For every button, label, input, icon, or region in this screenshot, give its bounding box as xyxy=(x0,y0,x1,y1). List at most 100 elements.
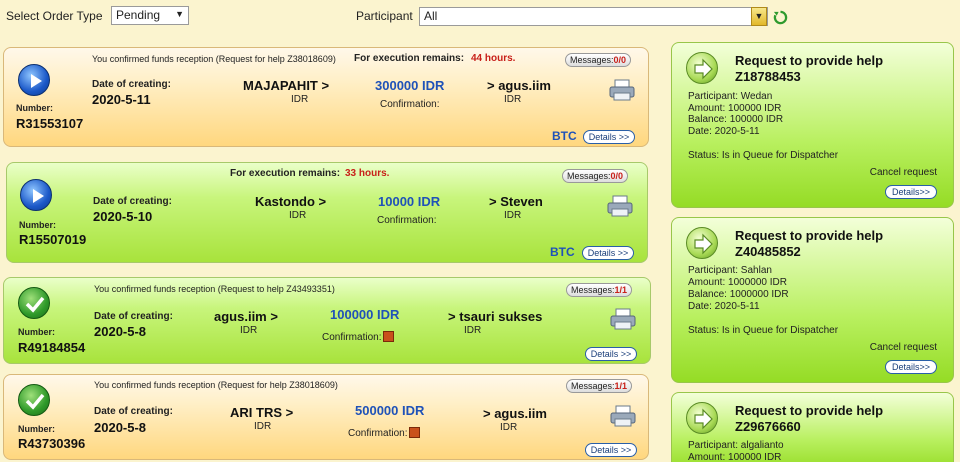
request-card: Request to provide help Z29676660 Partic… xyxy=(671,392,954,462)
order-number: R43730396 xyxy=(18,436,86,451)
details-button[interactable]: Details >> xyxy=(582,246,634,260)
amount: 500000 IDR xyxy=(355,403,425,418)
remains-label: For execution remains: xyxy=(354,53,465,64)
date-label: Date of creating: xyxy=(93,196,172,207)
number-label: Number: xyxy=(18,424,56,434)
order-card: You confirmed funds reception (Request t… xyxy=(3,277,651,364)
participant-select[interactable]: All ▼ xyxy=(419,7,768,26)
messages-badge[interactable]: Messages:1/1 xyxy=(566,379,633,393)
order-note: You confirmed funds reception (Request f… xyxy=(94,380,338,390)
arrow-right-icon xyxy=(686,227,718,259)
date-value: 2020-5-11 xyxy=(92,92,151,107)
order-number: R49184854 xyxy=(18,340,86,355)
currency-btc: BTC xyxy=(552,129,577,143)
dropdown-arrow-icon[interactable]: ▼ xyxy=(751,7,767,26)
amount: 10000 IDR xyxy=(378,194,441,209)
order-type-select[interactable]: Pending ▼ xyxy=(111,6,189,25)
remains-value: 33 hours. xyxy=(345,168,390,179)
from-participant: MAJAPAHIT > xyxy=(243,78,330,93)
request-id: Z40485852 xyxy=(735,244,801,259)
to-participant: > agus.iim xyxy=(483,406,547,421)
order-number: R31553107 xyxy=(16,116,84,131)
order-type-value: Pending xyxy=(116,8,161,22)
confirmation-label: Confirmation: xyxy=(380,99,440,110)
date-label: Date of creating: xyxy=(94,406,173,417)
request-card: Request to provide help Z40485852 Partic… xyxy=(671,217,954,383)
order-note: You confirmed funds reception (Request f… xyxy=(92,54,336,64)
request-participant: Participant: Sahlan xyxy=(688,265,772,276)
request-status: Status: Is in Queue for Dispatcher xyxy=(688,325,839,336)
cancel-request-link[interactable]: Cancel request xyxy=(870,167,937,178)
play-icon[interactable] xyxy=(20,179,52,211)
amount: 100000 IDR xyxy=(330,307,400,322)
from-currency: IDR xyxy=(254,421,272,432)
participant-value: All xyxy=(424,9,438,23)
number-label: Number: xyxy=(16,103,54,113)
play-icon[interactable] xyxy=(18,64,50,96)
request-balance: Balance: 1000000 IDR xyxy=(688,289,789,300)
confirmation-file-icon[interactable] xyxy=(383,331,395,342)
to-participant: > agus.iim xyxy=(487,78,551,93)
details-button[interactable]: Details >> xyxy=(585,347,637,361)
order-card: For execution remains: 33 hours. Message… xyxy=(6,162,648,263)
order-note: You confirmed funds reception (Request t… xyxy=(94,284,335,294)
request-date: Date: 2020-5-11 xyxy=(688,301,760,312)
confirmation-label: Confirmation: xyxy=(377,215,437,226)
details-button[interactable]: Details>> xyxy=(885,360,937,374)
toolbar: Select Order Type Pending ▼ Participant … xyxy=(0,0,960,34)
details-button[interactable]: Details >> xyxy=(585,443,637,457)
details-button[interactable]: Details >> xyxy=(583,130,635,144)
arrow-right-icon xyxy=(686,52,718,84)
from-participant: ARI TRS > xyxy=(230,405,294,420)
request-amount: Amount: 1000000 IDR xyxy=(688,277,787,288)
number-label: Number: xyxy=(19,220,57,230)
refresh-icon[interactable] xyxy=(773,10,788,25)
printer-icon[interactable] xyxy=(610,308,636,330)
order-card: You confirmed funds reception (Request f… xyxy=(3,374,649,460)
cancel-request-link[interactable]: Cancel request xyxy=(870,342,937,353)
to-participant: > Steven xyxy=(489,194,543,209)
request-title: Request to provide help xyxy=(735,228,884,243)
order-number: R15507019 xyxy=(19,232,87,247)
date-label: Date of creating: xyxy=(94,311,173,322)
request-id: Z18788453 xyxy=(735,69,801,84)
from-currency: IDR xyxy=(289,210,307,221)
request-balance: Balance: 100000 IDR xyxy=(688,114,784,125)
printer-icon[interactable] xyxy=(610,405,636,427)
request-amount: Amount: 100000 IDR xyxy=(688,452,782,462)
date-value: 2020-5-8 xyxy=(94,420,147,435)
remains-value: 44 hours. xyxy=(471,53,516,64)
request-participant: Participant: algalianto xyxy=(688,440,784,451)
messages-badge[interactable]: Messages:0/0 xyxy=(562,169,629,183)
request-amount: Amount: 100000 IDR xyxy=(688,103,782,114)
messages-badge[interactable]: Messages:1/1 xyxy=(566,283,633,297)
confirmation-label: Confirmation: xyxy=(322,331,395,343)
arrow-right-icon xyxy=(686,402,718,434)
to-currency: IDR xyxy=(500,422,518,433)
request-status: Status: Is in Queue for Dispatcher xyxy=(688,150,839,161)
date-label: Date of creating: xyxy=(92,79,171,90)
printer-icon[interactable] xyxy=(609,79,635,101)
request-participant: Participant: Wedan xyxy=(688,91,773,102)
order-type-label: Select Order Type xyxy=(6,9,103,23)
to-participant: > tsauri sukses xyxy=(448,309,543,324)
confirmation-file-icon[interactable] xyxy=(409,427,421,438)
from-currency: IDR xyxy=(291,94,309,105)
participant-label: Participant xyxy=(356,9,413,23)
messages-badge[interactable]: Messages:0/0 xyxy=(565,53,632,67)
date-value: 2020-5-8 xyxy=(94,324,147,339)
from-participant: Kastondo > xyxy=(255,194,327,209)
to-currency: IDR xyxy=(464,325,482,336)
to-currency: IDR xyxy=(504,210,522,221)
check-icon xyxy=(18,287,50,319)
request-card: Request to provide help Z18788453 Partic… xyxy=(671,42,954,208)
details-button[interactable]: Details>> xyxy=(885,185,937,199)
remains-label: For execution remains: xyxy=(230,168,341,179)
request-date: Date: 2020-5-11 xyxy=(688,126,760,137)
confirmation-label: Confirmation: xyxy=(348,427,421,439)
number-label: Number: xyxy=(18,327,56,337)
from-participant: agus.iim > xyxy=(214,309,278,324)
date-value: 2020-5-10 xyxy=(93,209,153,224)
currency-btc: BTC xyxy=(550,245,575,259)
printer-icon[interactable] xyxy=(607,195,633,217)
